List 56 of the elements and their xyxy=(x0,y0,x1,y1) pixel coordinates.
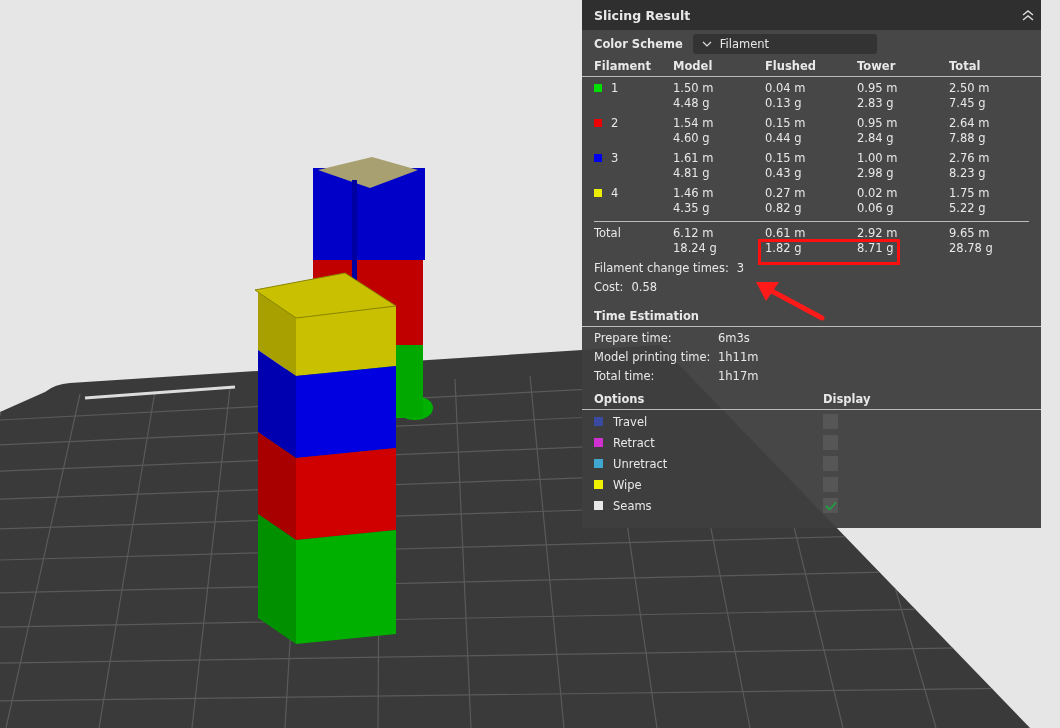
table-cell-text: 1.75 m 5.22 g xyxy=(949,186,991,216)
field-label: Color Scheme xyxy=(594,37,683,51)
table-cell-text: 0.95 m 2.83 g xyxy=(857,81,899,111)
section-title: Time Estimation xyxy=(594,309,699,323)
table-cell-text: 1.00 m 2.98 g xyxy=(857,151,899,181)
display-checkbox[interactable] xyxy=(823,498,838,513)
stat-label: Cost: xyxy=(594,279,624,296)
column-header: Tower xyxy=(857,59,897,73)
filament-number: 4 xyxy=(611,186,619,201)
column-header: Display xyxy=(823,392,872,406)
time-value: 1h11m xyxy=(718,349,760,366)
panel-title: Slicing Result xyxy=(594,7,691,23)
table-cell-text: 1.54 m 4.60 g xyxy=(673,116,715,146)
table-cell-text: 2.50 m 7.45 g xyxy=(949,81,991,111)
table-cell-text: 1.61 m 4.81 g xyxy=(673,151,715,181)
column-header: Filament xyxy=(594,59,652,73)
table-cell-text: 0.95 m 2.84 g xyxy=(857,116,899,146)
table-cell-text: 6.12 m 18.24 g xyxy=(673,226,718,256)
time-label: Model printing time: xyxy=(594,349,712,366)
time-value: 1h17m xyxy=(718,368,760,385)
table-cell-text: 9.65 m 28.78 g xyxy=(949,226,994,256)
table-cell-text: 0.15 m 0.43 g xyxy=(765,151,807,181)
time-label: Prepare time: xyxy=(594,330,673,347)
table-cell-text: 0.15 m 0.44 g xyxy=(765,116,807,146)
stat-label: Filament change times: xyxy=(594,260,729,277)
column-header: Flushed xyxy=(765,59,818,73)
option-label: Travel xyxy=(613,414,648,429)
filament-number: 1 xyxy=(611,81,619,96)
time-label: Total time: xyxy=(594,368,656,385)
table-cell-text: 1.50 m 4.48 g xyxy=(673,81,715,111)
stat-value: 3 xyxy=(736,260,745,277)
table-cell-text: 2.64 m 7.88 g xyxy=(949,116,991,146)
time-value: 6m3s xyxy=(718,330,751,347)
checkmark-icon xyxy=(824,500,837,511)
column-header: Options xyxy=(594,392,646,406)
table-cell-text: 0.27 m 0.82 g xyxy=(765,186,807,216)
table-cell-text: 0.61 m 1.82 g xyxy=(765,226,807,256)
table-cell-text: 1.46 m 4.35 g xyxy=(673,186,715,216)
table-cell-text: 0.04 m 0.13 g xyxy=(765,81,807,111)
collapse-button[interactable] xyxy=(1021,8,1035,22)
table-cell-text: 2.92 m 8.71 g xyxy=(857,226,899,256)
chevron-down-icon xyxy=(701,41,712,47)
option-label: Wipe xyxy=(613,477,642,492)
column-header: Model xyxy=(673,59,714,73)
stat-value: 0.58 xyxy=(631,279,658,296)
table-cell-text: 2.76 m 8.23 g xyxy=(949,151,991,181)
filament-number: 3 xyxy=(611,151,619,166)
option-label: Unretract xyxy=(613,456,668,471)
color-scheme-dropdown[interactable]: Filament xyxy=(692,34,877,54)
annotation-arrow xyxy=(756,282,825,321)
row-label: Total xyxy=(594,226,622,242)
column-header: Total xyxy=(949,59,982,73)
option-label: Seams xyxy=(613,498,652,513)
filament-number: 2 xyxy=(611,116,619,131)
option-label: Retract xyxy=(613,435,655,450)
table-cell-text: 0.02 m 0.06 g xyxy=(857,186,899,216)
